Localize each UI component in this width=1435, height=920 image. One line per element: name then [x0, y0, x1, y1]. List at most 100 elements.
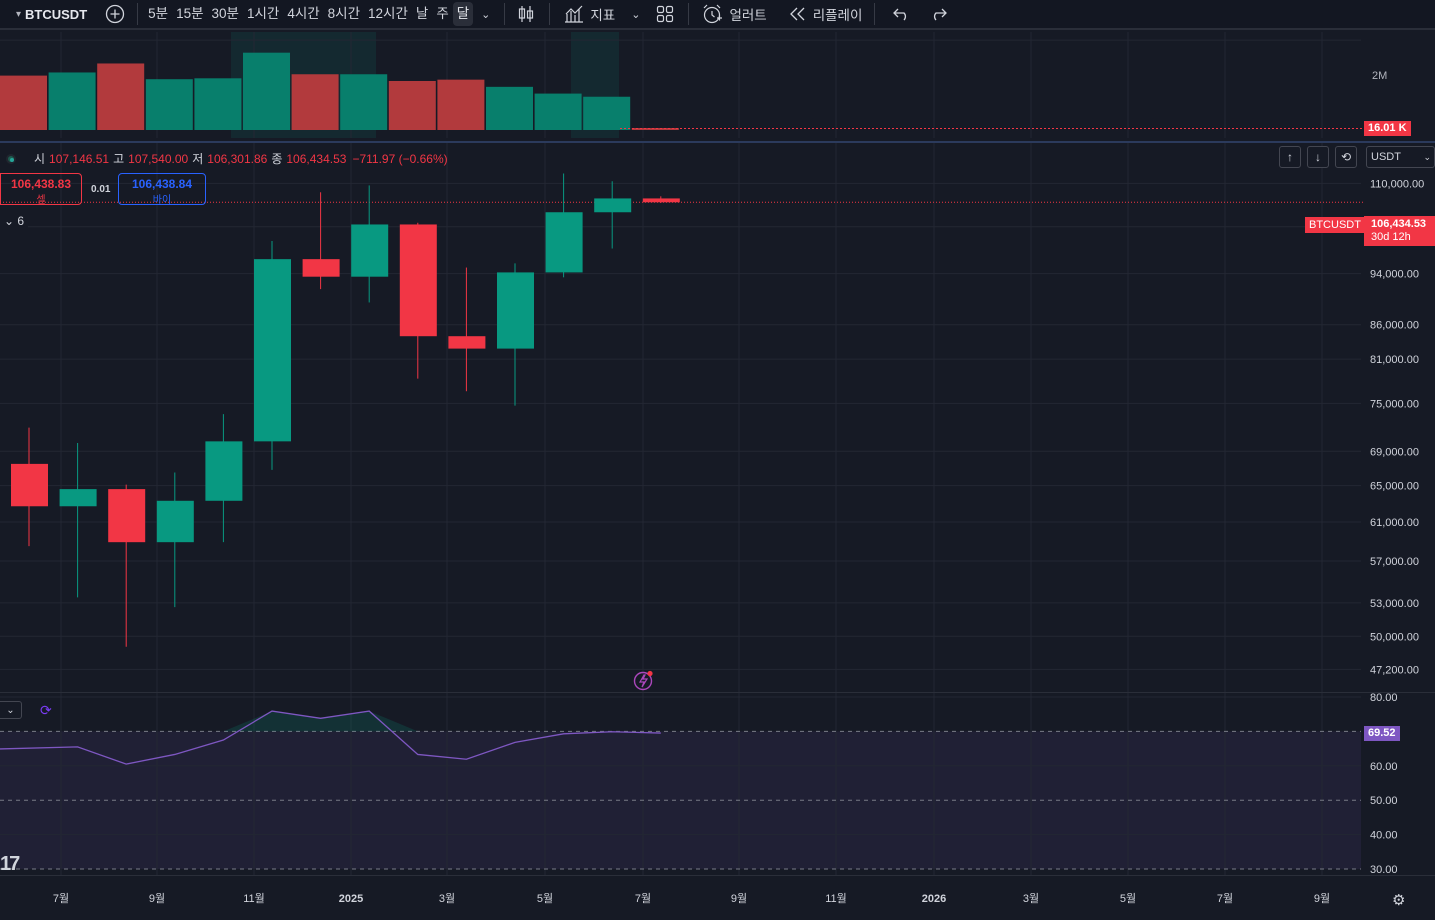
last-price-tag: 106,434.53 30d 12h [1364, 216, 1435, 246]
interval-option[interactable]: 12시간 [364, 2, 412, 26]
toolbar-divider [688, 3, 690, 25]
volume-scale-label: 2M [1372, 70, 1388, 82]
rsi-pane: 80.00 60.00 50.00 40.00 30.00 ⌄ ⟳ 69.52 17 [0, 692, 1435, 875]
reset-scale-button[interactable]: ⟲ [1335, 146, 1357, 168]
compare-symbol-plus-icon[interactable] [105, 4, 125, 24]
candle-body [254, 259, 291, 442]
replay-label: 리플레이 [812, 8, 863, 23]
interval-option[interactable]: 달 [452, 2, 474, 26]
gear-icon[interactable]: ⚙ [1392, 891, 1405, 909]
candle-body [545, 212, 583, 273]
rsi-pane-controls: ⌄ ⟳ [0, 701, 52, 719]
time-axis[interactable]: 7월 9월 11월 2025 3월 5월 7월 9월 11월 2026 3월 5월 7월 9월 ⚙ [0, 875, 1435, 919]
time-axis-tick: 3월 [1023, 892, 1039, 905]
interval-option[interactable]: 15분 [172, 2, 207, 26]
price-axis-tick: 69,000.00 [1370, 446, 1419, 458]
replay-button[interactable]: 리플레이 [789, 4, 863, 24]
sell-button[interactable]: 106,438.83 셀 [0, 173, 82, 206]
time-axis-labels: 7월 9월 11월 2025 3월 5월 7월 9월 11월 2026 3월 5월 7월 9월 [53, 892, 1330, 905]
price-axis-tick: 57,000.00 [1370, 556, 1419, 568]
redo-icon[interactable] [929, 7, 948, 21]
time-axis-tick: 7월 [53, 892, 69, 905]
lightning-alert-icon[interactable] [633, 669, 655, 691]
candle-body [302, 259, 340, 277]
interval-option[interactable]: 4시간 [283, 2, 323, 26]
sell-label: 셀 [36, 195, 46, 206]
interval-option[interactable]: 30분 [208, 2, 243, 26]
volume-bar [145, 79, 193, 130]
indicators-button[interactable]: 지표 [556, 4, 615, 24]
interval-option[interactable]: 주 [432, 2, 452, 26]
candle-body [156, 500, 194, 543]
scroll-up-button[interactable]: ↑ [1279, 146, 1301, 168]
buy-button[interactable]: 106,438.84 바이 [118, 173, 206, 206]
alert-button[interactable]: 얼러트 [695, 3, 767, 25]
top-toolbar: ▾ BTCUSDT 5분 15분 30분 1시간 4시간 8시간 12시간 날 주 달 ⌄ 지표 … [0, 0, 1435, 30]
price-pane: 110,000.00102,000.0094,000.0086,000.0081… [0, 141, 1435, 693]
volume-bar [437, 79, 485, 130]
rewind-icon [789, 7, 807, 21]
rsi-chart: 80.00 60.00 50.00 40.00 30.00 [0, 693, 1398, 875]
volume-bar [194, 78, 242, 130]
legend-open-key: 시 [34, 152, 46, 166]
interval-option[interactable]: 5분 [144, 2, 172, 26]
candle-body [108, 489, 146, 543]
ohlc-legend: 시 107,146.51 고 107,540.00 저 106,301.86 종 106… [6, 150, 448, 167]
interval-option[interactable]: 1시간 [243, 2, 283, 26]
time-axis-tick: 11월 [825, 892, 847, 905]
collapsed-indicators-count: 6 [17, 214, 25, 228]
volume-bar [631, 128, 679, 130]
price-axis-tick: 65,000.00 [1370, 481, 1419, 493]
scroll-down-button[interactable]: ↓ [1307, 146, 1329, 168]
price-plot-background [0, 143, 1361, 693]
currency-label: USDT [1371, 151, 1401, 163]
time-axis-tick: 3월 [439, 892, 455, 905]
undo-icon[interactable] [893, 7, 911, 21]
legend-high-value: 107,540.00 [128, 151, 189, 166]
toolbar-divider [504, 3, 506, 25]
tradingview-logo[interactable]: 17 [0, 853, 20, 875]
volume-bar [388, 81, 436, 130]
market-status-icon[interactable] [6, 153, 16, 164]
interval-selector: 5분 15분 30분 1시간 4시간 8시간 12시간 날 주 달 [144, 2, 474, 26]
time-axis-tick: 9월 [731, 892, 747, 905]
chevron-down-icon: ⌄ [6, 704, 15, 716]
candle-body [59, 489, 97, 507]
candle-body [351, 224, 389, 277]
legend-open-value: 107,146.51 [49, 151, 110, 166]
interval-option[interactable]: 날 [412, 2, 432, 26]
time-axis-tick: 9월 [149, 892, 165, 905]
volume-pane: 2M 16.01 K [0, 32, 1435, 138]
candle-type-icon[interactable] [517, 4, 535, 24]
order-quantity[interactable]: 0.01 [91, 184, 110, 195]
interval-option[interactable]: 8시간 [324, 2, 364, 26]
price-axis-tick: 110,000.00 [1370, 178, 1424, 190]
symbol-search[interactable]: ▾ BTCUSDT [16, 7, 87, 22]
volume-bar [0, 75, 47, 130]
rsi-axis-tick: 30.00 [1370, 864, 1398, 875]
indicators-chart-icon [564, 5, 584, 23]
candle-body [594, 198, 632, 213]
rsi-axis-tick: 60.00 [1370, 761, 1398, 773]
time-axis-tick: 2025 [339, 893, 363, 905]
candle-body [205, 441, 243, 501]
layout-grid-icon[interactable] [656, 5, 674, 23]
time-axis-tick: 2026 [922, 893, 946, 905]
chevron-down-icon: ▾ [16, 8, 22, 20]
reset-icon: ⟲ [1340, 150, 1352, 164]
collapsed-indicators-toggle[interactable]: ⌄ 6 [0, 214, 29, 228]
volume-bar [48, 72, 96, 130]
time-axis-tick: 11월 [243, 892, 265, 905]
legend-change: −711.97 (−0.66%) [352, 151, 448, 166]
legend-close-value: 106,434.53 [286, 151, 347, 166]
arrow-up-icon: ↑ [1287, 150, 1293, 164]
buy-price: 106,438.84 [131, 177, 193, 191]
sell-price: 106,438.83 [10, 177, 72, 191]
indicators-dropdown-chevron-icon[interactable]: ⌄ [631, 8, 640, 21]
rsi-collapse-button[interactable]: ⌄ [0, 701, 22, 719]
currency-selector[interactable]: USDT ⌄ [1366, 146, 1435, 168]
bar-countdown: 30d 12h [1371, 231, 1411, 243]
price-chart[interactable]: 110,000.00102,000.0094,000.0086,000.0081… [0, 143, 1435, 693]
interval-dropdown-chevron-icon[interactable]: ⌄ [481, 8, 490, 21]
rsi-refresh-icon[interactable]: ⟳ [40, 702, 52, 719]
